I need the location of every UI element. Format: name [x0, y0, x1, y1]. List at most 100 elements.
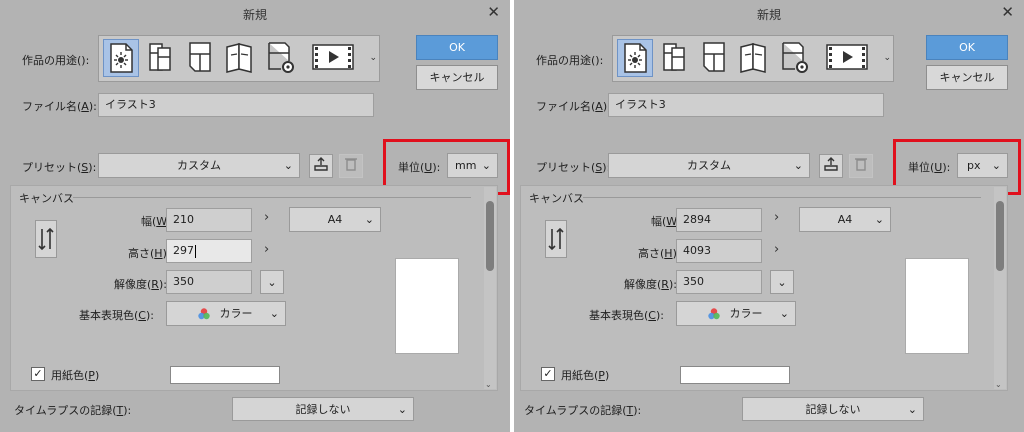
resolution-input[interactable]: 350: [676, 270, 762, 294]
color-mode-dropdown[interactable]: カラー ⌄: [166, 301, 286, 326]
chevron-down-icon: ⌄: [777, 276, 787, 289]
settings-page-icon[interactable]: [263, 39, 299, 77]
paper-color-checkbox[interactable]: ✓: [31, 367, 45, 381]
new-canvas-dialog-px: 新規 ✕ 作品の用途(): ⌄ OK キャンセル ファイル名(A): イラスト3…: [514, 0, 1024, 432]
purpose-label: 作品の用途():: [536, 54, 604, 67]
color-mode-icon: [708, 308, 720, 320]
chevron-down-icon: ⌄: [481, 159, 491, 172]
paper-color-label: 用紙色(P): [51, 369, 100, 382]
book-icon[interactable]: [737, 39, 773, 77]
webtoon-icon[interactable]: [657, 39, 693, 77]
preset-label: プリセット(S):: [22, 161, 97, 174]
resolution-label: 解像度(R):: [114, 278, 167, 291]
chevron-down-icon[interactable]: ⌄: [883, 53, 891, 63]
paper-color-swatch[interactable]: [170, 366, 280, 384]
swap-orientation-button[interactable]: [35, 220, 57, 258]
comic-icon[interactable]: [183, 39, 219, 77]
webtoon-icon[interactable]: [143, 39, 179, 77]
filename-input[interactable]: イラスト3: [98, 93, 374, 117]
purpose-icon-strip: ⌄: [98, 35, 380, 82]
unit-label: 単位(U):: [398, 161, 441, 174]
illustration-icon[interactable]: [103, 39, 139, 77]
color-mode-dropdown[interactable]: カラー ⌄: [676, 301, 796, 326]
chevron-right-icon: ›: [264, 242, 270, 257]
canvas-section-title: キャンバス: [529, 192, 584, 205]
delete-preset-icon: [339, 154, 363, 178]
preset-dropdown[interactable]: カスタム ⌄: [608, 153, 810, 178]
ok-button[interactable]: OK: [416, 35, 498, 60]
scrollbar-thumb[interactable]: [486, 201, 494, 271]
chevron-down-icon: ⌄: [907, 403, 917, 416]
new-canvas-dialog-mm: 新規 ✕ 作品の用途(): ⌄ OK キャンセル ファイル名(A): イラスト3…: [0, 0, 510, 432]
cancel-button[interactable]: キャンセル: [926, 65, 1008, 90]
color-mode-label: 基本表現色(C):: [79, 309, 154, 322]
ok-button[interactable]: OK: [926, 35, 1008, 60]
chevron-down-icon: ⌄: [364, 213, 374, 226]
canvas-scrollbar[interactable]: ⌄: [484, 187, 496, 389]
filename-input[interactable]: イラスト3: [608, 93, 884, 117]
title-bar: 新規 ✕: [0, 0, 510, 26]
chevron-down-icon: ⌄: [269, 307, 279, 320]
chevron-down-icon: ⌄: [397, 403, 407, 416]
preset-dropdown[interactable]: カスタム ⌄: [98, 153, 300, 178]
canvas-panel: キャンバス 幅(W): 2894 › A4⌄ 高さ(H): 4093 › 解像度…: [520, 185, 1008, 391]
close-icon[interactable]: ✕: [1001, 3, 1014, 21]
register-preset-icon[interactable]: [819, 154, 843, 178]
scroll-down-icon[interactable]: ⌄: [485, 380, 492, 389]
height-label: 高さ(H):: [128, 247, 171, 260]
section-divider: [583, 197, 981, 198]
chevron-right-icon: ›: [774, 242, 780, 257]
color-mode-label: 基本表現色(C):: [589, 309, 664, 322]
timelapse-label: タイムラプスの記録(T):: [524, 404, 642, 417]
canvas-panel: キャンバス 幅(W): 210 › A4⌄ 高さ(H): 297 › 解像度(R…: [10, 185, 498, 391]
canvas-preview: [905, 258, 969, 354]
paper-color-swatch[interactable]: [680, 366, 790, 384]
illustration-icon[interactable]: [617, 39, 653, 77]
timelapse-dropdown[interactable]: 記録しない ⌄: [742, 397, 924, 421]
animation-icon[interactable]: [309, 39, 359, 77]
unit-dropdown[interactable]: mm ⌄: [447, 153, 498, 178]
preset-label: プリセット(S):: [536, 161, 611, 174]
filename-label: ファイル名(A):: [22, 100, 97, 113]
dialog-title: 新規: [242, 8, 267, 22]
chevron-right-icon: ›: [264, 210, 270, 225]
register-preset-icon[interactable]: [309, 154, 333, 178]
unit-label: 単位(U):: [908, 161, 951, 174]
delete-preset-icon: [849, 154, 873, 178]
scroll-down-icon[interactable]: ⌄: [995, 380, 1002, 389]
book-icon[interactable]: [223, 39, 259, 77]
chevron-down-icon: ⌄: [874, 213, 884, 226]
height-input[interactable]: 4093: [676, 239, 762, 263]
canvas-section-title: キャンバス: [19, 192, 74, 205]
chevron-down-icon: ⌄: [991, 159, 1001, 172]
width-input[interactable]: 2894: [676, 208, 762, 232]
chevron-down-icon[interactable]: ⌄: [369, 53, 377, 63]
swap-orientation-button[interactable]: [545, 220, 567, 258]
close-icon[interactable]: ✕: [487, 3, 500, 21]
settings-page-icon[interactable]: [777, 39, 813, 77]
comic-icon[interactable]: [697, 39, 733, 77]
title-bar: 新規 ✕: [514, 0, 1024, 26]
height-input[interactable]: 297: [166, 239, 252, 263]
resolution-dropdown[interactable]: ⌄: [770, 270, 794, 294]
purpose-icon-strip: ⌄: [612, 35, 894, 82]
chevron-right-icon: ›: [774, 210, 780, 225]
unit-dropdown[interactable]: px ⌄: [957, 153, 1008, 178]
width-input[interactable]: 210: [166, 208, 252, 232]
cancel-button[interactable]: キャンセル: [416, 65, 498, 90]
animation-icon[interactable]: [823, 39, 873, 77]
color-mode-icon: [198, 308, 210, 320]
resolution-input[interactable]: 350: [166, 270, 252, 294]
canvas-preview: [395, 258, 459, 354]
canvas-scrollbar[interactable]: ⌄: [994, 187, 1006, 389]
chevron-down-icon: ⌄: [779, 307, 789, 320]
scrollbar-thumb[interactable]: [996, 201, 1004, 271]
paper-size-dropdown[interactable]: A4 ⌄: [799, 207, 891, 232]
text-cursor: [195, 244, 196, 258]
timelapse-label: タイムラプスの記録(T):: [14, 404, 132, 417]
resolution-dropdown[interactable]: ⌄: [260, 270, 284, 294]
paper-size-dropdown[interactable]: A4 ⌄: [289, 207, 381, 232]
section-divider: [73, 197, 471, 198]
paper-color-checkbox[interactable]: ✓: [541, 367, 555, 381]
timelapse-dropdown[interactable]: 記録しない ⌄: [232, 397, 414, 421]
